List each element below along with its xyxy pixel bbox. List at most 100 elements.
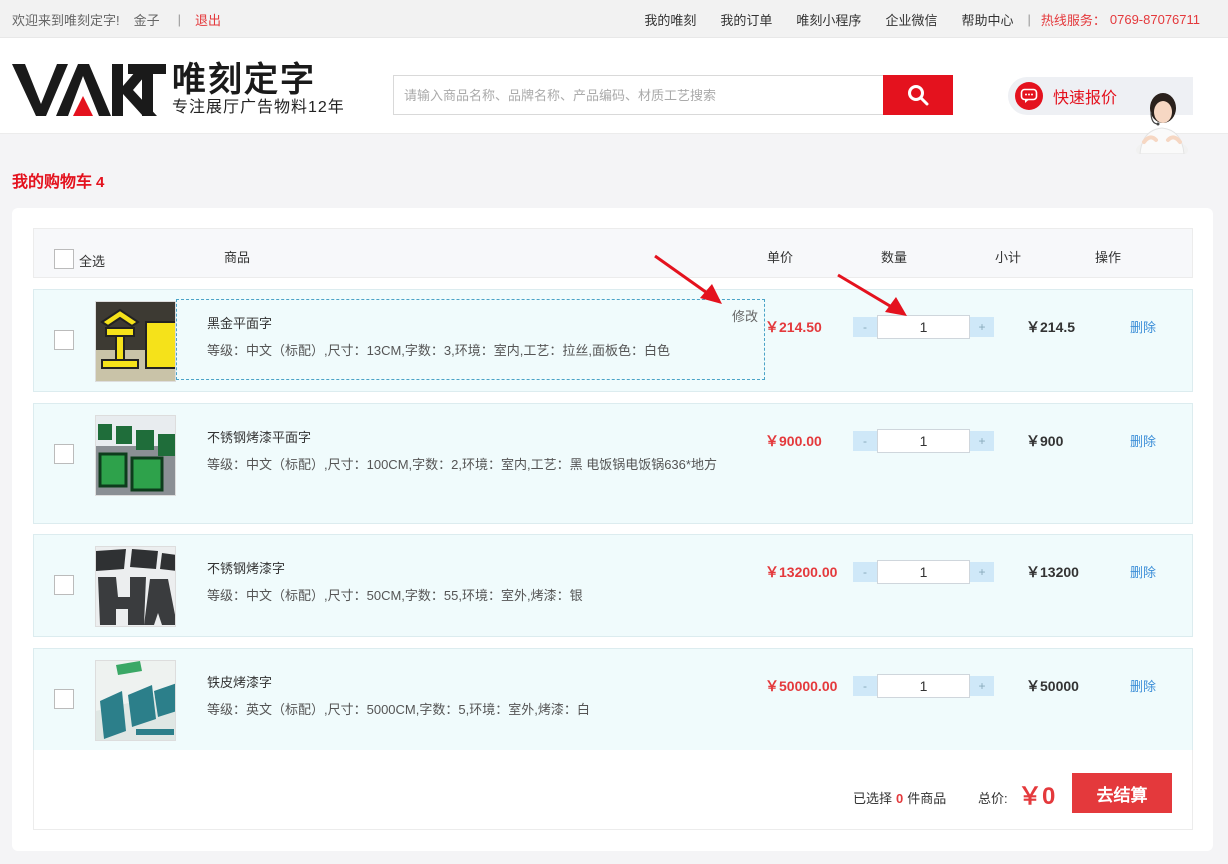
top-bar: 欢迎来到唯刻定字! 金子 | 退出 我的唯刻 我的订单 唯刻小程序 企业微信 帮…: [0, 0, 1228, 38]
delete-link[interactable]: 删除: [1130, 431, 1156, 450]
row-checkbox[interactable]: [54, 689, 74, 709]
product-thumbnail[interactable]: [95, 415, 176, 496]
total-label: 总价:: [978, 791, 1008, 806]
selected-prefix: 已选择: [853, 791, 893, 806]
product-name[interactable]: 黑金平面字: [207, 315, 736, 333]
username-link[interactable]: 金子: [134, 10, 160, 29]
cart-count: 4: [96, 174, 105, 191]
unit-price: ￥50000.00: [765, 678, 838, 694]
selected-summary: 已选择 0 件商品: [853, 788, 946, 807]
cart-table-header: 全选 商品 单价 数量 小计 操作: [33, 228, 1193, 278]
header-unit-price: 单价: [767, 250, 794, 265]
selected-suffix: 件商品: [907, 791, 947, 806]
total-amount: ￥0: [1018, 783, 1056, 810]
search-icon: [908, 85, 929, 106]
cart-footer: 已选择 0 件商品 总价: ￥0 去结算: [33, 750, 1193, 830]
divider: |: [1027, 12, 1031, 27]
product-name[interactable]: 不锈钢烤漆平面字: [207, 429, 736, 447]
product-name[interactable]: 不锈钢烤漆字: [207, 560, 736, 578]
nav-my-orders[interactable]: 我的订单: [720, 10, 772, 29]
hotline-number: 0769-87076711: [1109, 12, 1200, 27]
customer-service-agent-icon: [1136, 93, 1188, 154]
row-subtotal: ￥900: [1026, 433, 1064, 449]
product-info[interactable]: 不锈钢烤漆字 等级：中文（标配）,尺寸：50CM,字数：55,环境：室外,烤漆：…: [176, 544, 765, 625]
product-info[interactable]: 黑金平面字 等级：中文（标配）,尺寸：13CM,字数：3,环境：室内,工艺：拉丝…: [176, 299, 765, 380]
brand-slogan: 专注展厅广告物料12年: [172, 99, 345, 116]
unit-price: ￥214.50: [765, 319, 822, 335]
quantity-input[interactable]: [877, 315, 970, 339]
quantity-stepper: - +: [853, 429, 994, 453]
nav-wecom[interactable]: 企业微信: [885, 10, 937, 29]
decrease-button[interactable]: -: [853, 431, 877, 451]
search-button[interactable]: [883, 75, 953, 115]
cart-row: 黑金平面字 等级：中文（标配）,尺寸：13CM,字数：3,环境：室内,工艺：拉丝…: [33, 289, 1193, 392]
row-checkbox[interactable]: [54, 330, 74, 350]
select-all-checkbox[interactable]: [54, 249, 74, 269]
nav-mini-program[interactable]: 唯刻小程序: [796, 10, 861, 29]
cart-panel: 全选 商品 单价 数量 小计 操作 黑金平面字 等级：中文（标配）,尺寸：13C…: [12, 208, 1213, 851]
cart-title: 我的购物车 4: [12, 168, 104, 192]
product-info[interactable]: 不锈钢烤漆平面字 等级：中文（标配）,尺寸：100CM,字数：2,环境：室内,工…: [176, 413, 765, 512]
product-thumbnail[interactable]: [95, 301, 176, 382]
site-logo[interactable]: 唯刻定字 专注展厅广告物料12年: [12, 62, 345, 118]
brand-name: 唯刻定字: [172, 61, 316, 99]
unit-price: ￥900.00: [765, 433, 822, 449]
quantity-input[interactable]: [877, 674, 970, 698]
row-checkbox[interactable]: [54, 575, 74, 595]
decrease-button[interactable]: -: [853, 562, 877, 582]
chat-bubble-icon: [1015, 82, 1043, 110]
divider: |: [177, 12, 182, 27]
cart-row: 铁皮烤漆字 等级：英文（标配）,尺寸：5000CM,字数：5,环境：室外,烤漆：…: [33, 648, 1193, 751]
row-subtotal: ￥13200: [1026, 564, 1079, 580]
selected-count: 0: [896, 791, 904, 806]
search-bar: [393, 75, 953, 115]
delete-link[interactable]: 删除: [1130, 317, 1156, 336]
quantity-stepper: - +: [853, 674, 994, 698]
product-thumbnail[interactable]: [95, 660, 176, 741]
product-info[interactable]: 铁皮烤漆字 等级：英文（标配）,尺寸：5000CM,字数：5,环境：室外,烤漆：…: [176, 658, 765, 739]
logout-link[interactable]: 退出: [195, 10, 221, 29]
header-action: 操作: [1095, 250, 1122, 265]
quick-quote-label: 快速报价: [1053, 90, 1118, 107]
increase-button[interactable]: +: [970, 317, 994, 337]
increase-button[interactable]: +: [970, 431, 994, 451]
site-header: 唯刻定字 专注展厅广告物料12年 快速报价: [0, 38, 1228, 154]
product-spec: 等级：中文（标配）,尺寸：13CM,字数：3,环境：室内,工艺：拉丝,面板色：白…: [207, 343, 670, 358]
edit-link[interactable]: 修改: [732, 306, 758, 325]
wkt-logo-icon: [12, 64, 166, 116]
increase-button[interactable]: +: [970, 562, 994, 582]
header-product: 商品: [224, 250, 251, 265]
increase-button[interactable]: +: [970, 676, 994, 696]
delete-link[interactable]: 删除: [1130, 676, 1156, 695]
header-subtotal: 小计: [995, 250, 1022, 265]
product-spec: 等级：中文（标配）,尺寸：50CM,字数：55,环境：室外,烤漆：银: [207, 588, 583, 603]
top-nav: 我的唯刻 我的订单 唯刻小程序 企业微信 帮助中心 | 热线服务： 0769-8…: [620, 10, 1200, 29]
product-spec: 等级：英文（标配）,尺寸：5000CM,字数：5,环境：室外,烤漆：白: [207, 702, 590, 717]
checkout-button[interactable]: 去结算: [1072, 773, 1172, 813]
decrease-button[interactable]: -: [853, 317, 877, 337]
welcome-text: 欢迎来到唯刻定字!: [12, 13, 120, 28]
nav-my-account[interactable]: 我的唯刻: [644, 10, 696, 29]
cart-row: 不锈钢烤漆平面字 等级：中文（标配）,尺寸：100CM,字数：2,环境：室内,工…: [33, 403, 1193, 524]
hotline-label: 热线服务：: [1040, 13, 1106, 28]
delete-link[interactable]: 删除: [1130, 562, 1156, 581]
product-thumbnail[interactable]: [95, 546, 176, 627]
product-name[interactable]: 铁皮烤漆字: [207, 674, 736, 692]
quantity-input[interactable]: [877, 429, 970, 453]
header-quantity: 数量: [881, 250, 908, 265]
decrease-button[interactable]: -: [853, 676, 877, 696]
unit-price: ￥13200.00: [765, 564, 838, 580]
cart-title-text: 我的购物车: [12, 174, 93, 191]
select-all-label[interactable]: 全选: [79, 251, 105, 270]
row-subtotal: ￥214.5: [1026, 319, 1076, 335]
quantity-stepper: - +: [853, 560, 994, 584]
search-input[interactable]: [393, 75, 883, 115]
nav-help-center[interactable]: 帮助中心: [961, 10, 1013, 29]
row-checkbox[interactable]: [54, 444, 74, 464]
welcome-area: 欢迎来到唯刻定字! 金子 | 退出: [12, 10, 221, 29]
row-subtotal: ￥50000: [1026, 678, 1079, 694]
quantity-input[interactable]: [877, 560, 970, 584]
product-spec: 等级：中文（标配）,尺寸：100CM,字数：2,环境：室内,工艺：黑 电饭锅电饭…: [207, 457, 717, 472]
cart-row: 不锈钢烤漆字 等级：中文（标配）,尺寸：50CM,字数：55,环境：室外,烤漆：…: [33, 534, 1193, 637]
quantity-stepper: - +: [853, 315, 994, 339]
